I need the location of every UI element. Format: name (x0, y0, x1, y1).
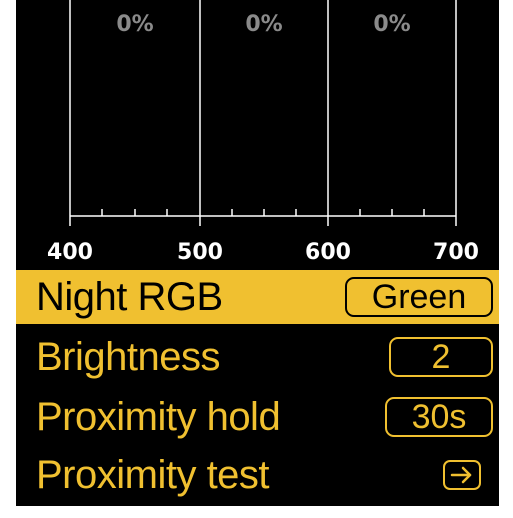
menu-item-proximity-hold[interactable]: Proximity hold 30s (16, 390, 499, 444)
night-rgb-value[interactable]: Green (345, 277, 493, 317)
band-percent: 0% (245, 12, 282, 37)
axis-tick-label: 700 (433, 240, 479, 265)
menu-item-label: Brightness (36, 335, 220, 379)
menu-item-label: Proximity hold (36, 395, 281, 439)
menu-item-proximity-test[interactable]: Proximity test (16, 448, 499, 502)
menu-item-brightness[interactable]: Brightness 2 (16, 330, 499, 384)
band-percent: 0% (373, 12, 410, 37)
device-screen: 0% 0% 0% 400 500 600 700 Night RGB Green… (16, 0, 499, 506)
menu-item-label: Night RGB (36, 275, 223, 319)
menu-item-night-rgb[interactable]: Night RGB Green (16, 270, 499, 324)
brightness-value[interactable]: 2 (389, 337, 493, 377)
arrow-right-glyph (450, 466, 472, 484)
menu-item-label: Proximity test (36, 453, 270, 497)
spectrum-chart: 0% 0% 0% 400 500 600 700 (47, 0, 479, 265)
band-percent: 0% (116, 12, 153, 37)
axis-tick-label: 500 (177, 240, 223, 265)
proximity-hold-value[interactable]: 30s (385, 397, 493, 437)
arrow-right-icon[interactable] (443, 460, 481, 490)
axis-tick-label: 600 (305, 240, 351, 265)
axis-tick-label: 400 (47, 240, 93, 265)
